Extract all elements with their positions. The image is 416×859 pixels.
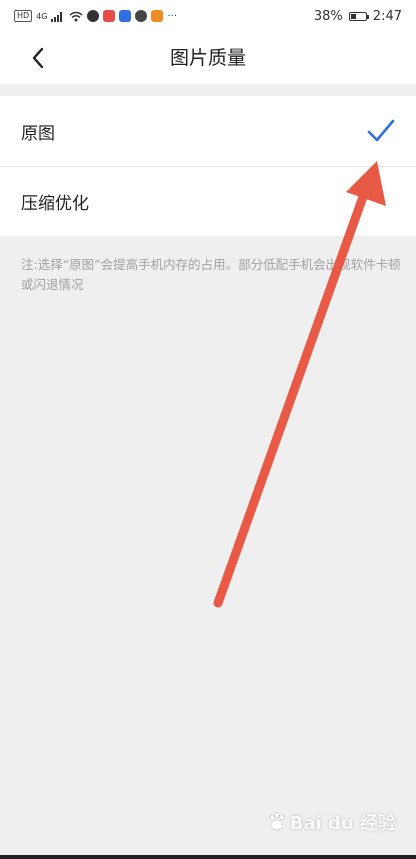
battery-fill [350, 13, 356, 19]
clock: 2:47 [372, 8, 402, 24]
status-bar: HD 4G ··· 38% 2:47 [0, 0, 416, 32]
nav-bar: 图片质量 [0, 32, 416, 84]
option-label: 原图 [21, 123, 55, 144]
app-icon-red [103, 10, 116, 22]
paw-logo-icon [268, 812, 285, 831]
app-icon-dark [135, 10, 148, 22]
note-text: 注:选择“原图”会提高手机内存的占用。部分低配手机会出现软件卡顿或闪退情况 [21, 257, 401, 292]
back-button[interactable] [20, 40, 56, 76]
more-indicator: ··· [167, 10, 178, 22]
option-label: 压缩优化 [21, 194, 89, 214]
signal-label: 4G [36, 11, 48, 21]
option-compressed[interactable]: 压缩优化 [0, 166, 416, 236]
screen: HD 4G ··· 38% 2:47 图片质量 原图 压缩优化 注:选择“原图”… [0, 0, 416, 859]
wifi-icon [70, 11, 83, 21]
status-right: 38% 2:47 [314, 9, 402, 24]
bottom-edge [0, 855, 416, 859]
app-icon-orange [151, 10, 164, 22]
checkmark-icon [367, 119, 395, 142]
signal-icon [51, 11, 63, 22]
chevron-left-icon [32, 47, 44, 69]
status-left: HD 4G ··· [14, 10, 177, 22]
watermark: Bai du 经验 [266, 809, 396, 835]
page-title: 图片质量 [169, 47, 246, 69]
option-original[interactable]: 原图 [0, 96, 416, 166]
network-badge: HD [14, 10, 33, 22]
battery-percent: 38% [313, 8, 343, 24]
battery-icon [348, 11, 369, 21]
message-icon [87, 10, 100, 22]
app-icon-blue [119, 10, 132, 22]
quality-option-list: 原图 压缩优化 [0, 96, 416, 236]
watermark-text: Bai du 经验 [289, 813, 396, 834]
